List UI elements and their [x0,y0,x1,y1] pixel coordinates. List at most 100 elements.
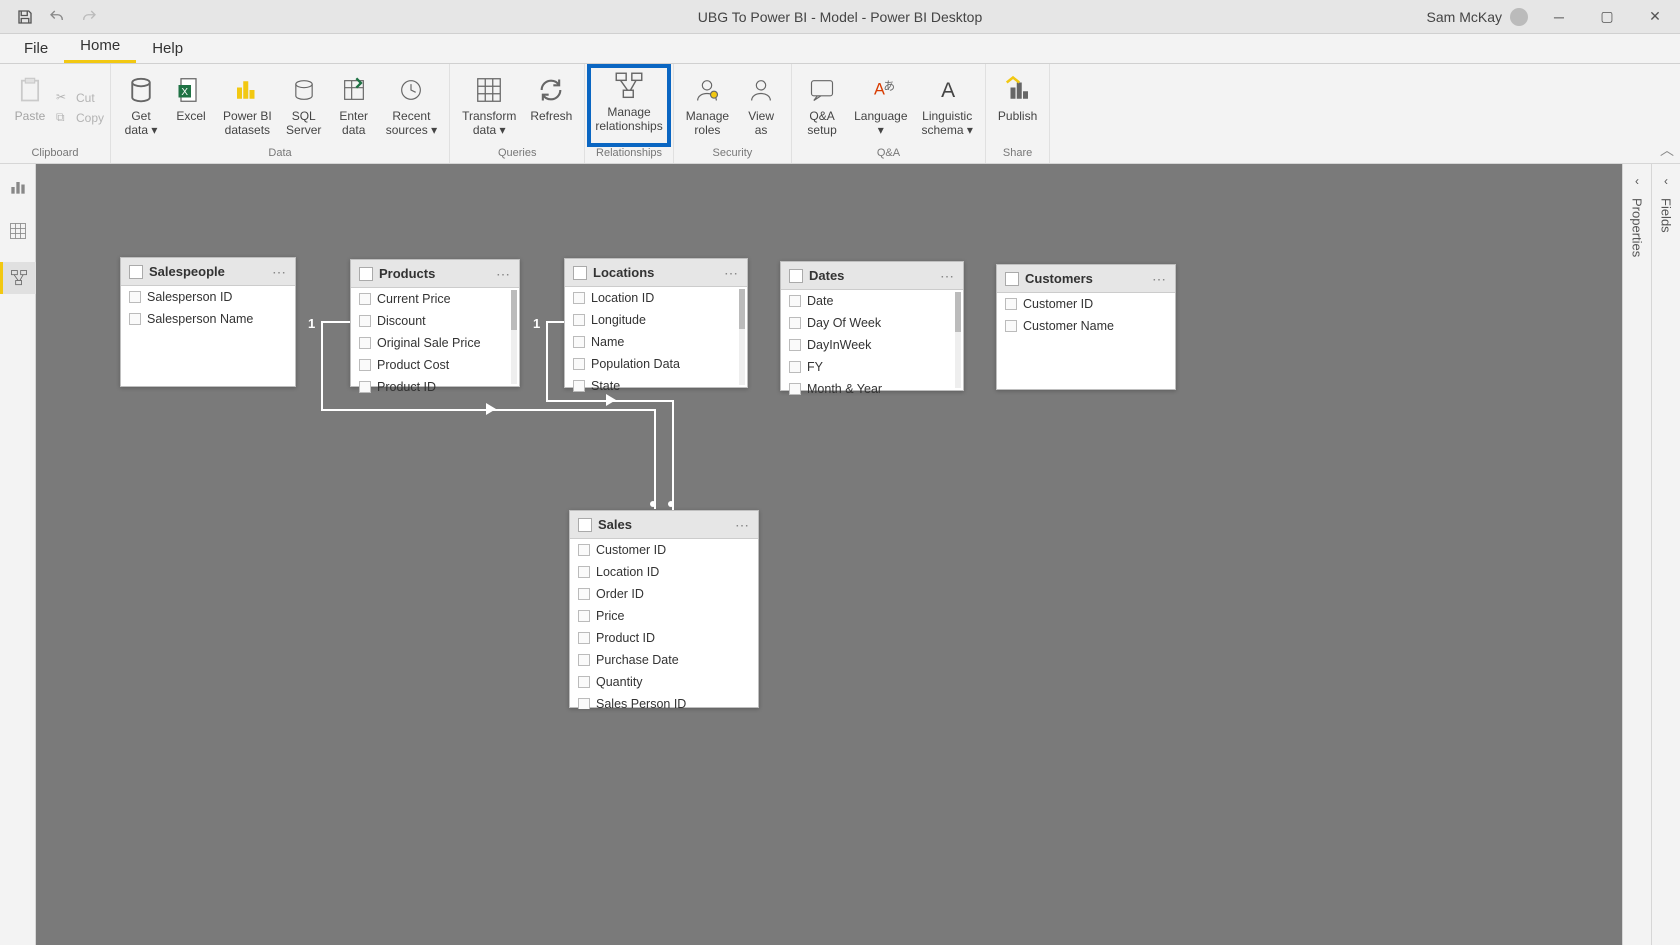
ribbon-collapse-chevron[interactable]: ︿ [1660,140,1674,160]
excel-button[interactable]: XExcel [167,68,215,147]
pbi-datasets-button[interactable]: Power BIdatasets [217,68,278,147]
table-sales[interactable]: Sales⋯ Customer ID Location ID Order ID … [569,510,759,708]
table-header[interactable]: Dates⋯ [781,262,963,290]
table-menu-icon[interactable]: ⋯ [272,264,287,281]
data-view-button[interactable] [5,218,31,244]
language-icon: Aあ [863,72,899,108]
table-field[interactable]: Population Data [565,353,747,375]
minimize-button[interactable]: ─ [1542,3,1576,31]
table-field[interactable]: Current Price [351,288,519,310]
table-header[interactable]: Locations⋯ [565,259,747,287]
relationship-line[interactable] [546,321,548,401]
properties-panel-tab[interactable]: ‹ Properties [1622,164,1651,945]
table-field[interactable]: Customer ID [997,293,1175,315]
table-header[interactable]: Customers⋯ [997,265,1175,293]
table-icon [573,266,587,280]
get-data-icon [123,72,159,108]
publish-button[interactable]: Publish [992,68,1043,147]
relationship-line[interactable] [546,321,564,323]
paste-button[interactable]: Paste [6,68,54,147]
menu-help[interactable]: Help [136,34,199,63]
table-field[interactable]: Quantity [570,671,758,693]
report-view-button[interactable] [5,174,31,200]
close-button[interactable]: ✕ [1638,3,1672,31]
refresh-button[interactable]: Refresh [524,68,578,147]
scrollbar[interactable] [511,290,517,384]
table-field[interactable]: Order ID [570,583,758,605]
table-customers[interactable]: Customers⋯ Customer ID Customer Name [996,264,1176,390]
redo-icon[interactable] [78,6,100,28]
scrollbar[interactable] [739,289,745,385]
table-header[interactable]: Products⋯ [351,260,519,288]
relationship-line[interactable] [321,321,350,323]
relationship-line[interactable] [672,400,674,510]
manage-relationships-button[interactable]: Managerelationships [587,64,670,147]
table-field[interactable]: Purchase Date [570,649,758,671]
table-locations[interactable]: Locations⋯ Location ID Longitude Name Po… [564,258,748,388]
field-icon [573,292,585,304]
table-field[interactable]: Discount [351,310,519,332]
save-icon[interactable] [14,6,36,28]
maximize-button[interactable]: ▢ [1590,3,1624,31]
table-field[interactable]: Customer Name [997,315,1175,337]
table-menu-icon[interactable]: ⋯ [496,266,511,283]
transform-data-button[interactable]: Transformdata ▾ [456,68,522,147]
table-salespeople[interactable]: Salespeople⋯ Salesperson ID Salesperson … [120,257,296,387]
manage-roles-button[interactable]: Manageroles [680,68,735,147]
table-menu-icon[interactable]: ⋯ [735,517,750,534]
scrollbar[interactable] [955,292,961,388]
table-field[interactable]: Price [570,605,758,627]
linguistic-schema-button[interactable]: ALinguisticschema ▾ [916,68,979,147]
view-as-button[interactable]: Viewas [737,68,785,147]
table-field[interactable]: Product ID [351,376,519,394]
table-field[interactable]: State [565,375,747,393]
table-field[interactable]: Sales Person ID [570,693,758,709]
table-field[interactable]: Month & Year [781,378,963,396]
language-button[interactable]: AあLanguage▾ [848,68,913,147]
get-data-button[interactable]: Getdata ▾ [117,68,165,147]
user-account[interactable]: Sam McKay [1427,8,1528,26]
table-field[interactable]: Longitude [565,309,747,331]
relationship-line[interactable] [654,409,656,509]
table-dates[interactable]: Dates⋯ Date Day Of Week DayInWeek FY Mon… [780,261,964,391]
table-field[interactable]: Original Sale Price [351,332,519,354]
table-field[interactable]: DayInWeek [781,334,963,356]
ribbon-group-security: Manageroles Viewas Security [674,64,792,163]
copy-button[interactable]: ⧉ Copy [56,110,104,126]
cut-button[interactable]: ✂ Cut [56,90,104,106]
model-canvas[interactable]: Salespeople⋯ Salesperson ID Salesperson … [36,164,1622,945]
table-field[interactable]: Salesperson ID [121,286,295,308]
recent-sources-button[interactable]: Recentsources ▾ [380,68,443,147]
table-menu-icon[interactable]: ⋯ [940,268,955,285]
enter-data-button[interactable]: Enterdata [330,68,378,147]
undo-icon[interactable] [46,6,68,28]
table-field[interactable]: FY [781,356,963,378]
table-field[interactable]: Product ID [570,627,758,649]
table-field[interactable]: Name [565,331,747,353]
table-products[interactable]: Products⋯ Current Price Discount Origina… [350,259,520,387]
sql-server-button[interactable]: SQLServer [280,68,328,147]
model-view-button[interactable] [0,262,36,294]
qna-setup-button[interactable]: Q&Asetup [798,68,846,147]
ribbon-group-data: Getdata ▾ XExcel Power BIdatasets SQLSer… [111,64,450,163]
table-menu-icon[interactable]: ⋯ [724,265,739,282]
table-field[interactable]: Salesperson Name [121,308,295,330]
table-field[interactable]: Product Cost [351,354,519,376]
qna-setup-icon [804,72,840,108]
field-icon [578,588,590,600]
field-icon [578,654,590,666]
table-field[interactable]: Location ID [570,561,758,583]
table-field[interactable]: Location ID [565,287,747,309]
table-field[interactable]: Date [781,290,963,312]
menu-file[interactable]: File [8,34,64,63]
field-icon [789,383,801,395]
table-field[interactable]: Customer ID [570,539,758,561]
table-field[interactable]: Day Of Week [781,312,963,334]
table-menu-icon[interactable]: ⋯ [1152,271,1167,288]
table-header[interactable]: Salespeople⋯ [121,258,295,286]
relationship-line[interactable] [321,321,323,411]
fields-panel-tab[interactable]: ‹ Fields [1651,164,1680,945]
table-header[interactable]: Sales⋯ [570,511,758,539]
chevron-left-icon: ‹ [1635,174,1639,188]
menu-home[interactable]: Home [64,31,136,63]
